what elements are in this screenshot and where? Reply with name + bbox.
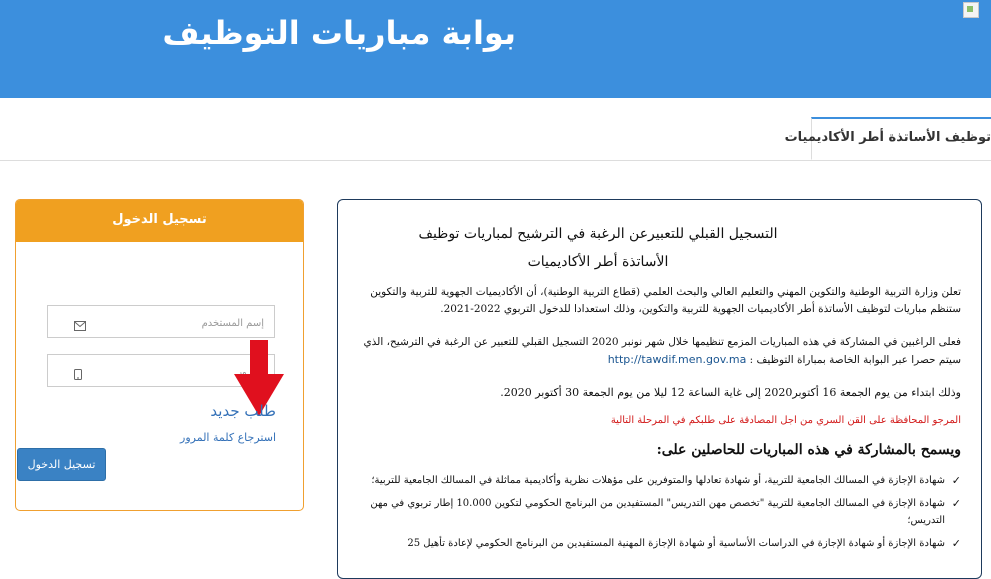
list-item-text: شهادة الإجازة في المسالك الجامعية للتربي… <box>371 475 945 486</box>
list-item-text: شهادة الإجازة أو شهادة الإجازة في الدراس… <box>407 538 945 549</box>
announcement-panel: التسجيل القبلي للتعبيرعن الرغبة في الترش… <box>337 199 982 579</box>
check-icon: ✓ <box>951 497 961 510</box>
recover-password-link[interactable]: استرجاع كلمة المرور <box>150 431 276 444</box>
tab-teachers-recruitment[interactable]: توظيف الأساتذة أطر الأكاديميات <box>785 117 991 160</box>
eligibility-list: ✓ شهادة الإجازة في المسالك الجامعية للترب… <box>351 472 961 558</box>
warning-message: المرجو المحافظة على القن السري من اجل ال… <box>610 415 961 426</box>
site-title: بوابة مباريات التوظيف <box>162 14 516 52</box>
phone-icon <box>74 365 82 384</box>
list-item: ✓ شهادة الإجازة في المسالك الجامعية للترب… <box>351 495 961 529</box>
list-item-text: شهادة الإجازة في المسالك الجامعية للتربي… <box>370 498 945 526</box>
login-panel-title: تسجيل الدخول <box>16 200 303 242</box>
new-request-link[interactable]: طلب جديد <box>190 402 276 420</box>
username-input[interactable] <box>102 313 266 333</box>
announcement-title: التسجيل القبلي للتعبيرعن الرغبة في الترش… <box>418 226 778 242</box>
site-header: بوابة مباريات التوظيف <box>0 0 991 98</box>
announcement-paragraph: فعلى الراغبين في المشاركة في هذه المباري… <box>351 334 961 369</box>
announcement-paragraph: تعلن وزارة التربية الوطنية والتكوين المه… <box>370 286 961 315</box>
broken-image-icon <box>963 2 979 18</box>
registration-dates: وذلك ابتداء من يوم الجمعة 16 أكتوبر2020 … <box>500 386 961 399</box>
eligibility-title: ويسمح بالمشاركة في هذه المباريات للحاصلي… <box>656 442 961 458</box>
envelope-icon <box>74 316 86 335</box>
check-icon: ✓ <box>951 474 961 487</box>
portal-url-link[interactable]: http://tawdif.men.gov.ma <box>608 353 747 366</box>
username-field[interactable] <box>47 305 275 338</box>
announcement-subtitle: الأساتذة أطر الأكاديميات <box>527 254 669 270</box>
list-item: ✓ شهادة الإجازة أو شهادة الإجازة في الدرا… <box>351 535 961 552</box>
check-icon: ✓ <box>951 537 961 550</box>
list-item: ✓ شهادة الإجازة في المسالك الجامعية للترب… <box>351 472 961 489</box>
login-button[interactable]: تسجيل الدخول <box>17 448 106 481</box>
